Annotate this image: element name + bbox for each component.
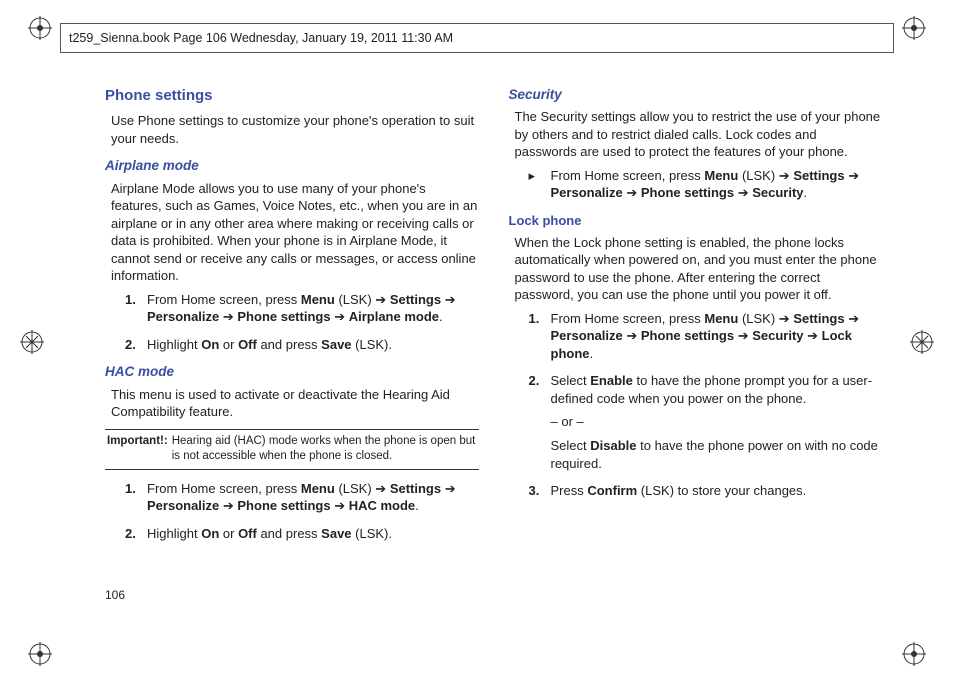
heading-security: Security xyxy=(509,86,883,104)
important-note: Important!: Hearing aid (HAC) mode works… xyxy=(105,429,479,470)
lock-body: When the Lock phone setting is enabled, … xyxy=(515,234,883,304)
heading-lock-phone: Lock phone xyxy=(509,212,883,230)
heading-phone-settings: Phone settings xyxy=(105,86,479,106)
airplane-body: Airplane Mode allows you to use many of … xyxy=(111,180,479,285)
lock-step-3: Press Confirm (LSK) to store your change… xyxy=(509,482,883,500)
airplane-step-1: From Home screen, press Menu (LSK) ➔ Set… xyxy=(105,291,479,326)
important-text: Hearing aid (HAC) mode works when the ph… xyxy=(172,434,477,465)
security-body: The Security settings allow you to restr… xyxy=(515,108,883,161)
page-body: Phone settings Use Phone settings to cus… xyxy=(105,80,882,612)
crop-mark-icon xyxy=(28,16,52,40)
heading-hac-mode: HAC mode xyxy=(105,363,479,381)
lock-step-1: From Home screen, press Menu (LSK) ➔ Set… xyxy=(509,310,883,363)
crop-mark-icon xyxy=(20,330,44,354)
lock-step-2: Select Enable to have the phone prompt y… xyxy=(509,372,883,472)
lock-steps: From Home screen, press Menu (LSK) ➔ Set… xyxy=(509,310,883,500)
crop-mark-icon xyxy=(910,330,934,354)
crop-mark-icon xyxy=(28,642,52,666)
airplane-steps: From Home screen, press Menu (LSK) ➔ Set… xyxy=(105,291,479,354)
page-number: 106 xyxy=(105,588,125,602)
pdf-header: t259_Sienna.book Page 106 Wednesday, Jan… xyxy=(60,23,894,53)
crop-mark-icon xyxy=(902,16,926,40)
security-step: From Home screen, press Menu (LSK) ➔ Set… xyxy=(509,167,883,202)
column-right: Security The Security settings allow you… xyxy=(509,80,883,612)
airplane-step-2: Highlight On or Off and press Save (LSK)… xyxy=(105,336,479,354)
hac-steps: From Home screen, press Menu (LSK) ➔ Set… xyxy=(105,480,479,543)
or-divider: – or – xyxy=(551,413,883,431)
hac-step-2: Highlight On or Off and press Save (LSK)… xyxy=(105,525,479,543)
phone-settings-intro: Use Phone settings to customize your pho… xyxy=(111,112,479,147)
hac-step-1: From Home screen, press Menu (LSK) ➔ Set… xyxy=(105,480,479,515)
hac-body: This menu is used to activate or deactiv… xyxy=(111,386,479,421)
column-left: Phone settings Use Phone settings to cus… xyxy=(105,80,479,612)
crop-mark-icon xyxy=(902,642,926,666)
pdf-header-text: t259_Sienna.book Page 106 Wednesday, Jan… xyxy=(69,31,453,45)
important-label: Important!: xyxy=(107,434,168,465)
heading-airplane-mode: Airplane mode xyxy=(105,157,479,175)
